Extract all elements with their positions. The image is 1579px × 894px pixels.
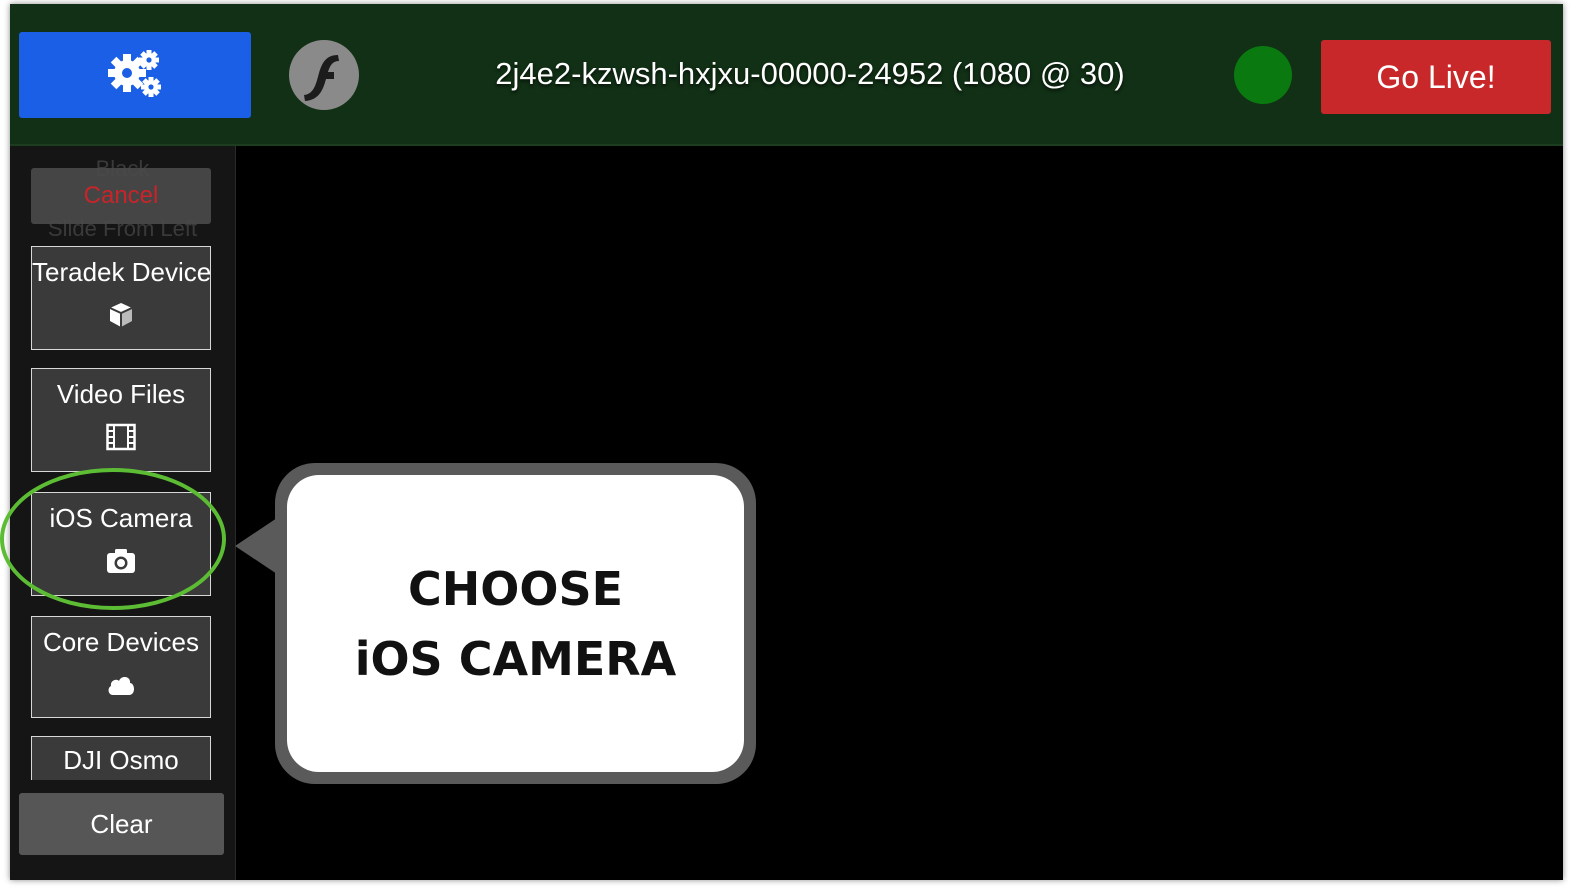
callout-bubble: CHOOSE iOS CAMERA <box>235 463 756 784</box>
cancel-button[interactable]: Cancel <box>31 168 211 224</box>
source-label: Video Files <box>56 379 186 409</box>
callout-body: CHOOSE iOS CAMERA <box>287 475 744 772</box>
source-teradek-device[interactable]: Teradek Device <box>31 246 211 350</box>
source-label: Teradek Device <box>32 257 212 287</box>
app-window: 2j4e2-kzwsh-hxjxu-00000-24952 (1080 @ 30… <box>10 4 1563 880</box>
settings-button[interactable] <box>19 32 251 118</box>
source-dji-osmo[interactable]: DJI Osmo <box>31 736 211 780</box>
film-icon <box>106 423 136 451</box>
callout-pointer <box>235 518 277 574</box>
source-ios-camera[interactable]: iOS Camera <box>31 492 211 596</box>
status-indicator <box>1234 46 1292 104</box>
source-core-devices[interactable]: Core Devices <box>31 616 211 718</box>
source-label: Core Devices <box>42 627 200 657</box>
cube-icon <box>109 303 133 327</box>
top-bar: 2j4e2-kzwsh-hxjxu-00000-24952 (1080 @ 30… <box>10 4 1563 146</box>
cloud-icon <box>108 677 134 695</box>
source-label: iOS Camera <box>49 503 193 533</box>
source-sidebar: Black Slide From Left Cancel Teradek Dev… <box>10 146 236 880</box>
stream-id-label: 2j4e2-kzwsh-hxjxu-00000-24952 (1080 @ 30… <box>495 56 1125 91</box>
callout-line-1: CHOOSE <box>407 561 624 616</box>
flash-logo <box>289 40 359 110</box>
camera-icon <box>107 549 135 573</box>
source-label: DJI Osmo <box>63 745 179 775</box>
gears-icon <box>108 50 161 97</box>
go-live-button[interactable]: Go Live! <box>1321 40 1551 114</box>
source-video-files[interactable]: Video Files <box>31 368 211 472</box>
clear-button[interactable]: Clear <box>19 793 224 855</box>
callout-line-2: iOS CAMERA <box>354 631 677 686</box>
